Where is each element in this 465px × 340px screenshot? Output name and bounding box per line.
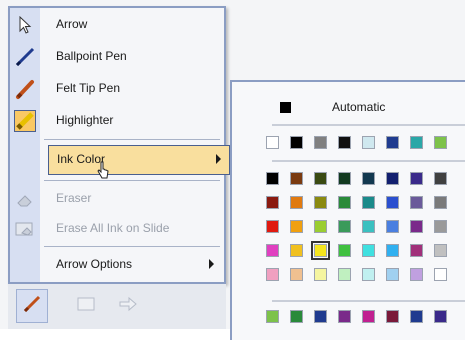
color-swatch[interactable] bbox=[410, 220, 423, 233]
menu-item-highlighter[interactable]: Highlighter bbox=[10, 106, 224, 136]
color-swatch[interactable] bbox=[338, 196, 351, 209]
color-swatch[interactable] bbox=[410, 268, 423, 281]
color-swatch[interactable] bbox=[362, 196, 375, 209]
color-swatch[interactable] bbox=[362, 244, 375, 257]
color-swatch[interactable] bbox=[290, 172, 303, 185]
eraser-icon bbox=[14, 188, 36, 210]
slide-menu-button[interactable] bbox=[70, 289, 102, 323]
color-swatch[interactable] bbox=[314, 136, 327, 149]
arrow-pointer-icon bbox=[14, 14, 36, 36]
color-swatch[interactable] bbox=[434, 310, 447, 323]
color-swatch[interactable] bbox=[434, 196, 447, 209]
color-swatch[interactable] bbox=[338, 220, 351, 233]
ballpoint-pen-icon bbox=[14, 46, 36, 68]
color-swatch[interactable] bbox=[386, 172, 399, 185]
menu-item-label: Eraser bbox=[56, 191, 92, 205]
color-swatch[interactable] bbox=[434, 136, 447, 149]
menu-item-eraser[interactable]: Eraser bbox=[10, 184, 224, 214]
submenu-arrow-icon bbox=[209, 259, 214, 269]
palette-separator bbox=[272, 300, 465, 302]
color-swatch[interactable] bbox=[338, 244, 351, 257]
color-swatch[interactable] bbox=[410, 310, 423, 323]
color-swatch[interactable] bbox=[314, 268, 327, 281]
submenu-arrow-icon bbox=[216, 154, 221, 164]
color-swatch[interactable] bbox=[410, 136, 423, 149]
color-swatch[interactable] bbox=[266, 220, 279, 233]
menu-item-label: Ballpoint Pen bbox=[56, 49, 127, 63]
menu-item-arrow-options[interactable]: Arrow Options bbox=[10, 250, 224, 280]
color-swatch[interactable] bbox=[410, 172, 423, 185]
menu-item-felt-tip-pen[interactable]: Felt Tip Pen bbox=[10, 74, 224, 104]
color-swatch[interactable] bbox=[338, 310, 351, 323]
mouse-cursor-icon bbox=[96, 160, 110, 185]
next-arrow-icon bbox=[118, 296, 138, 317]
slideshow-toolbar bbox=[8, 284, 226, 329]
menu-item-label: Arrow Options bbox=[56, 257, 133, 271]
color-swatch[interactable] bbox=[362, 268, 375, 281]
color-swatch[interactable] bbox=[314, 196, 327, 209]
highlighter-icon bbox=[14, 110, 36, 132]
color-swatch[interactable] bbox=[362, 172, 375, 185]
menu-item-label: Felt Tip Pen bbox=[56, 81, 121, 95]
color-swatch[interactable] bbox=[338, 136, 351, 149]
color-swatch[interactable] bbox=[362, 136, 375, 149]
menu-item-label: Highlighter bbox=[56, 113, 114, 127]
color-swatch[interactable] bbox=[386, 268, 399, 281]
color-swatch[interactable] bbox=[386, 244, 399, 257]
menu-item-ink-color[interactable]: Ink Color bbox=[48, 145, 230, 175]
menu-separator bbox=[44, 246, 220, 247]
color-swatch[interactable] bbox=[290, 244, 303, 257]
menu-item-label: Erase All Ink on Slide bbox=[56, 221, 170, 235]
color-swatch[interactable] bbox=[386, 310, 399, 323]
color-swatch[interactable] bbox=[362, 310, 375, 323]
pen-button[interactable] bbox=[16, 289, 48, 323]
color-swatch[interactable] bbox=[434, 172, 447, 185]
automatic-color-label: Automatic bbox=[332, 100, 386, 114]
ink-color-palette: Automatic bbox=[230, 80, 465, 340]
color-swatch[interactable] bbox=[434, 244, 447, 257]
menu-item-arrow[interactable]: Arrow bbox=[10, 10, 224, 40]
palette-separator bbox=[272, 160, 465, 162]
color-swatch[interactable] bbox=[311, 241, 330, 260]
erase-all-icon bbox=[14, 218, 36, 240]
color-swatch[interactable] bbox=[314, 310, 327, 323]
color-swatch[interactable] bbox=[290, 136, 303, 149]
color-swatch[interactable] bbox=[290, 268, 303, 281]
color-swatch[interactable] bbox=[266, 196, 279, 209]
color-swatch[interactable] bbox=[338, 172, 351, 185]
menu-item-label: Arrow bbox=[56, 17, 88, 31]
color-swatch[interactable] bbox=[314, 172, 327, 185]
automatic-color-swatch bbox=[280, 102, 291, 113]
slide-menu-icon bbox=[76, 296, 96, 317]
color-swatch[interactable] bbox=[386, 136, 399, 149]
felt-tip-pen-icon bbox=[14, 78, 36, 100]
menu-item-erase-all-ink[interactable]: Erase All Ink on Slide bbox=[10, 214, 224, 244]
color-swatch[interactable] bbox=[362, 220, 375, 233]
color-swatch[interactable] bbox=[266, 310, 279, 323]
color-swatch[interactable] bbox=[266, 172, 279, 185]
color-swatch[interactable] bbox=[410, 196, 423, 209]
next-slide-button[interactable] bbox=[112, 289, 144, 323]
color-swatch[interactable] bbox=[386, 220, 399, 233]
pointer-context-menu: Arrow Ballpoint Pen Felt Tip Pen Highlig… bbox=[8, 6, 230, 284]
pen-icon bbox=[21, 293, 43, 320]
color-swatch[interactable] bbox=[290, 196, 303, 209]
color-swatch[interactable] bbox=[314, 220, 327, 233]
color-swatch[interactable] bbox=[434, 268, 447, 281]
color-swatch[interactable] bbox=[290, 310, 303, 323]
color-swatch[interactable] bbox=[386, 196, 399, 209]
menu-separator bbox=[44, 139, 220, 140]
color-swatch[interactable] bbox=[434, 220, 447, 233]
menu-separator bbox=[44, 180, 220, 181]
color-swatch[interactable] bbox=[290, 220, 303, 233]
color-swatch[interactable] bbox=[266, 244, 279, 257]
color-swatch[interactable] bbox=[410, 244, 423, 257]
menu-item-ballpoint-pen[interactable]: Ballpoint Pen bbox=[10, 42, 224, 72]
color-swatch[interactable] bbox=[266, 136, 279, 149]
color-swatch[interactable] bbox=[266, 268, 279, 281]
automatic-color-option[interactable]: Automatic bbox=[272, 96, 462, 116]
palette-separator bbox=[272, 124, 465, 126]
color-swatch[interactable] bbox=[338, 268, 351, 281]
